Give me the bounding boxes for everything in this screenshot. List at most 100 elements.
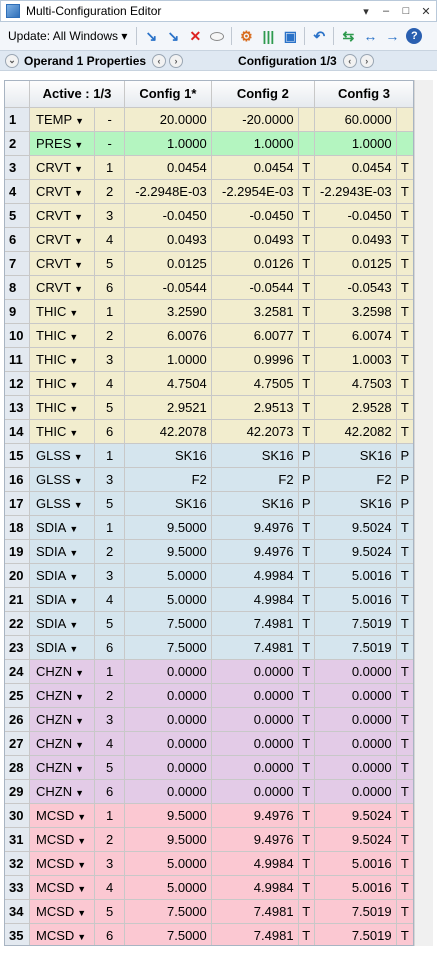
dropdown-arrow-icon[interactable]: ▼ xyxy=(69,572,78,582)
config-3-value[interactable]: 5.0016 xyxy=(314,851,397,876)
operand-param[interactable]: 2 xyxy=(94,323,125,348)
config-2-solve[interactable]: T xyxy=(298,707,315,732)
config-3-solve[interactable]: T xyxy=(396,803,413,828)
minimize-button[interactable]: – xyxy=(376,5,396,17)
config-2-solve[interactable]: T xyxy=(298,155,315,180)
config-2-value[interactable]: 7.4981 xyxy=(211,923,299,945)
config-2-solve[interactable]: T xyxy=(298,803,315,828)
operand-param[interactable]: 1 xyxy=(94,515,125,540)
operand-param[interactable]: 6 xyxy=(94,635,125,660)
prev-operand-icon[interactable]: ‹ xyxy=(152,53,167,68)
config-3-solve[interactable]: T xyxy=(396,611,413,636)
config-2-solve[interactable]: T xyxy=(298,683,315,708)
config-2-value[interactable]: 9.4976 xyxy=(211,515,299,540)
config-2-solve[interactable]: T xyxy=(298,347,315,372)
operand-param[interactable]: 5 xyxy=(94,395,125,420)
blank-icon[interactable] xyxy=(206,25,228,47)
config-1-value[interactable]: 0.0000 xyxy=(124,707,212,732)
operand-param[interactable]: 6 xyxy=(94,419,125,444)
operand-param[interactable]: 5 xyxy=(94,899,125,924)
operand-type[interactable]: GLSS ▼ xyxy=(29,467,96,492)
config-2-value[interactable]: 7.4981 xyxy=(211,899,299,924)
config-2-value[interactable]: -0.0544 xyxy=(211,275,299,300)
config-1-value[interactable]: 0.0000 xyxy=(124,779,212,804)
next-icon[interactable]: → xyxy=(381,25,403,47)
operand-param[interactable]: 6 xyxy=(94,923,125,945)
config-3-solve[interactable] xyxy=(396,107,413,132)
dropdown-arrow-icon[interactable]: ▼ xyxy=(77,932,86,942)
config-1-value[interactable]: 0.0454 xyxy=(124,155,212,180)
config-3-solve[interactable]: T xyxy=(396,203,413,228)
tools-icon[interactable]: ⚙ xyxy=(235,25,257,47)
dropdown-arrow-icon[interactable]: ▼ xyxy=(75,692,84,702)
config-3-value[interactable]: 2.9528 xyxy=(314,395,397,420)
config-3-solve[interactable]: T xyxy=(396,515,413,540)
operand-type[interactable]: MCSD ▼ xyxy=(29,827,96,852)
header-active[interactable]: Active : 1/3 xyxy=(29,81,125,108)
dropdown-arrow-icon[interactable]: ▼ xyxy=(77,884,86,894)
operand-type[interactable]: CRVT ▼ xyxy=(29,179,96,204)
config-2-solve[interactable]: T xyxy=(298,563,315,588)
dropdown-arrow-icon[interactable]: ▼ xyxy=(77,812,86,822)
operand-type[interactable]: MCSD ▼ xyxy=(29,803,96,828)
dropdown-arrow-icon[interactable]: ▼ xyxy=(74,260,83,270)
config-2-solve[interactable]: T xyxy=(298,755,315,780)
config-3-value[interactable]: 6.0074 xyxy=(314,323,397,348)
config-1-value[interactable]: 7.5000 xyxy=(124,899,212,924)
config-1-value[interactable]: 0.0000 xyxy=(124,755,212,780)
config-1-value[interactable]: SK16 xyxy=(124,491,212,516)
vertical-scrollbar[interactable] xyxy=(414,80,433,946)
config-2-value[interactable]: 0.0126 xyxy=(211,251,299,276)
operand-type[interactable]: CHZN ▼ xyxy=(29,755,96,780)
operand-type[interactable]: CRVT ▼ xyxy=(29,155,96,180)
config-1-value[interactable]: 7.5000 xyxy=(124,635,212,660)
insert-operand-icon[interactable]: ↘ xyxy=(140,25,162,47)
operand-param[interactable]: 1 xyxy=(94,659,125,684)
config-2-value[interactable]: 4.9984 xyxy=(211,563,299,588)
config-1-value[interactable]: 0.0125 xyxy=(124,251,212,276)
config-3-solve[interactable]: T xyxy=(396,371,413,396)
config-3-value[interactable]: 7.5019 xyxy=(314,923,397,945)
config-3-solve[interactable]: P xyxy=(396,443,413,468)
config-3-solve[interactable]: P xyxy=(396,491,413,516)
config-2-value[interactable]: 0.0000 xyxy=(211,683,299,708)
operand-param[interactable]: 6 xyxy=(94,779,125,804)
operand-type[interactable]: SDIA ▼ xyxy=(29,587,96,612)
config-3-solve[interactable]: T xyxy=(396,923,413,945)
operand-type[interactable]: SDIA ▼ xyxy=(29,515,96,540)
dropdown-arrow-icon[interactable]: ▼ xyxy=(77,860,86,870)
dropdown-arrow-icon[interactable]: ▼ xyxy=(69,332,78,342)
config-2-solve[interactable]: T xyxy=(298,251,315,276)
dropdown-arrow-icon[interactable]: ▼ xyxy=(75,764,84,774)
config-2-solve[interactable]: T xyxy=(298,227,315,252)
config-2-value[interactable]: 0.0000 xyxy=(211,707,299,732)
graph-icon[interactable]: ▣ xyxy=(279,25,301,47)
operand-type[interactable]: CHZN ▼ xyxy=(29,731,96,756)
dropdown-arrow-icon[interactable]: ▼ xyxy=(74,500,83,510)
config-3-value[interactable]: 9.5024 xyxy=(314,827,397,852)
config-2-value[interactable]: 0.0000 xyxy=(211,779,299,804)
operand-type[interactable]: MCSD ▼ xyxy=(29,875,96,900)
undo-icon[interactable]: ↶ xyxy=(308,25,330,47)
config-3-solve[interactable]: T xyxy=(396,707,413,732)
config-2-value[interactable]: 7.4981 xyxy=(211,611,299,636)
operand-param[interactable]: 4 xyxy=(94,227,125,252)
operand-param[interactable]: 1 xyxy=(94,443,125,468)
operand-type[interactable]: GLSS ▼ xyxy=(29,491,96,516)
config-3-solve[interactable]: T xyxy=(396,323,413,348)
operand-type[interactable]: THIC ▼ xyxy=(29,299,96,324)
dropdown-arrow-icon[interactable]: ▼ xyxy=(77,908,86,918)
config-2-value[interactable]: 0.0454 xyxy=(211,155,299,180)
config-2-solve[interactable]: T xyxy=(298,611,315,636)
config-3-solve[interactable]: T xyxy=(396,299,413,324)
config-2-value[interactable]: 9.4976 xyxy=(211,827,299,852)
config-2-value[interactable]: 0.0000 xyxy=(211,659,299,684)
config-2-solve[interactable]: T xyxy=(298,827,315,852)
operand-param[interactable]: 4 xyxy=(94,731,125,756)
delete-operand-icon[interactable]: ✕ xyxy=(184,25,206,47)
help-icon[interactable]: ? xyxy=(403,25,425,47)
header-config-2[interactable]: Config 2 xyxy=(211,81,315,108)
config-2-solve[interactable] xyxy=(298,131,315,156)
config-1-value[interactable]: 3.2590 xyxy=(124,299,212,324)
config-1-value[interactable]: 42.2078 xyxy=(124,419,212,444)
